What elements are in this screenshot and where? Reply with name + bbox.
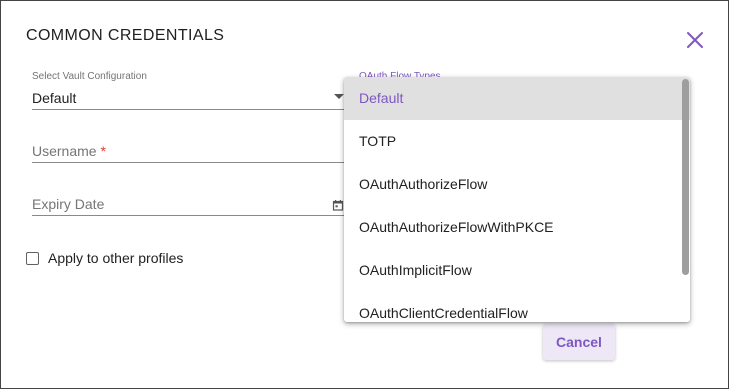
cancel-button[interactable]: Cancel [543,324,615,360]
apply-to-other-profiles[interactable]: Apply to other profiles [26,249,183,267]
dropdown-arrow-icon [334,94,344,99]
dropdown-option-default[interactable]: Default [344,77,690,120]
oauth-flow-types-dropdown[interactable]: Default TOTP OAuthAuthorizeFlow OAuthAut… [344,77,690,322]
username-placeholder: Username * [32,143,106,159]
dialog-title: COMMON CREDENTIALS [26,27,225,44]
credentials-dialog: COMMON CREDENTIALS Select Vault Configur… [0,0,729,389]
dropdown-scrollbar[interactable] [682,79,689,275]
dropdown-option-oauth-authorize-flow[interactable]: OAuthAuthorizeFlow [344,163,690,206]
calendar-icon[interactable] [332,198,344,211]
expiry-date-placeholder: Expiry Date [32,196,105,212]
vault-configuration-label: Select Vault Configuration [32,71,147,82]
dropdown-option-totp[interactable]: TOTP [344,120,690,163]
field-underline [32,162,348,163]
field-underline [32,109,348,110]
expiry-date-field[interactable]: Expiry Date [32,194,348,220]
apply-checkbox[interactable] [26,251,39,265]
dropdown-option-oauth-implicit-flow[interactable]: OAuthImplicitFlow [344,249,690,292]
vault-configuration-select[interactable]: Select Vault Configuration Default [32,71,348,111]
username-field[interactable]: Username * [32,141,348,165]
dropdown-option-oauth-client-credential-flow[interactable]: OAuthClientCredentialFlow [344,292,690,322]
vault-configuration-value: Default [32,90,77,106]
required-asterisk: * [100,143,106,159]
field-underline [32,215,348,216]
dropdown-option-oauth-authorize-flow-pkce[interactable]: OAuthAuthorizeFlowWithPKCE [344,206,690,249]
apply-label: Apply to other profiles [48,250,184,266]
close-icon[interactable] [683,28,707,52]
